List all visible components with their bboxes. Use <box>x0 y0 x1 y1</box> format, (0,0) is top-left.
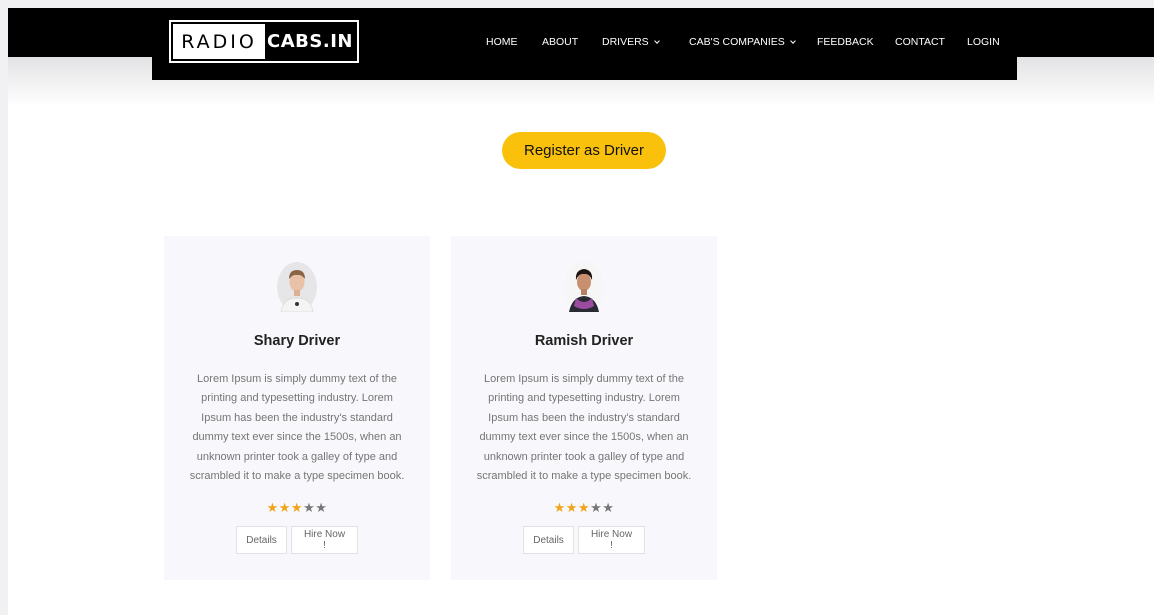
driver-card: Ramish Driver Lorem Ipsum is simply dumm… <box>451 236 717 580</box>
nav-login[interactable]: LOGIN <box>967 8 1000 76</box>
hire-now-button[interactable]: Hire Now ! <box>291 526 358 554</box>
hire-now-button[interactable]: Hire Now ! <box>578 526 645 554</box>
logo-text-cabs: CABS.IN <box>265 24 355 59</box>
nav-cab-companies[interactable]: CAB'S COMPANIES <box>689 8 796 76</box>
nav-contact[interactable]: CONTACT <box>895 8 945 76</box>
site-logo[interactable]: RADIO CABS.IN <box>169 20 359 63</box>
logo-text-radio: RADIO <box>181 30 257 53</box>
driver-avatar <box>277 262 317 312</box>
page: RADIO CABS.IN HOME ABOUT DRIVERS CAB'S C… <box>8 8 1154 615</box>
chevron-down-icon <box>653 37 660 44</box>
star-empty-icon: ★ <box>590 500 603 515</box>
driver-description: Lorem Ipsum is simply dummy text of the … <box>189 373 405 483</box>
navbar: RADIO CABS.IN HOME ABOUT DRIVERS CAB'S C… <box>152 8 1017 80</box>
star-filled-icon: ★ <box>577 500 591 515</box>
details-button[interactable]: Details <box>236 526 287 554</box>
nav-drivers-label: DRIVERS <box>602 36 649 48</box>
driver-description: Lorem Ipsum is simply dummy text of the … <box>476 373 692 483</box>
driver-card: Shary Driver Lorem Ipsum is simply dummy… <box>164 236 430 580</box>
star-filled-icon: ★ <box>553 500 566 515</box>
nav-drivers[interactable]: DRIVERS <box>602 8 660 76</box>
nav-about[interactable]: ABOUT <box>542 8 578 76</box>
driver-name: Ramish Driver <box>534 333 634 349</box>
star-empty-icon: ★ <box>315 500 328 515</box>
driver-name: Shary Driver <box>253 333 341 349</box>
nav-home[interactable]: HOME <box>486 8 518 76</box>
nav-cab-companies-label: CAB'S COMPANIES <box>689 36 785 48</box>
chevron-down-icon <box>789 37 796 44</box>
driver-rating: ★★★★★ <box>451 500 717 516</box>
driver-avatar <box>564 262 604 312</box>
star-empty-icon: ★ <box>303 500 316 515</box>
star-filled-icon: ★ <box>565 500 578 515</box>
star-filled-icon: ★ <box>290 500 304 515</box>
driver-rating: ★★★★★ <box>164 500 430 516</box>
star-empty-icon: ★ <box>602 500 615 515</box>
star-filled-icon: ★ <box>266 500 279 515</box>
details-button[interactable]: Details <box>523 526 574 554</box>
star-filled-icon: ★ <box>278 500 291 515</box>
register-as-driver-button[interactable]: Register as Driver <box>502 132 666 169</box>
nav-feedback[interactable]: FEEDBACK <box>817 8 874 76</box>
